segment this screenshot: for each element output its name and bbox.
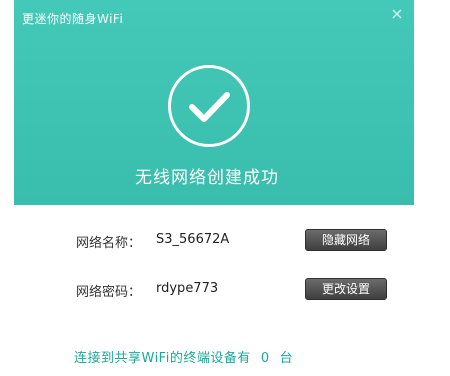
connected-devices-unit: 台 (279, 351, 294, 366)
close-icon[interactable]: × (389, 6, 405, 22)
network-name-row: 网络名称： S3_56672A 隐藏网络 (76, 229, 396, 251)
network-password-label: 网络密码： (76, 285, 142, 300)
connected-devices-text: 连接到共享WiFi的终端设备有 (74, 351, 251, 366)
connected-devices-count: 0 (260, 351, 270, 366)
network-password-value: rdype773 (156, 281, 219, 296)
network-name-label: 网络名称： (76, 236, 142, 251)
hide-network-button[interactable]: 隐藏网络 (305, 229, 387, 251)
dialog-title: 更迷你的随身WiFi (22, 12, 124, 26)
connected-devices-status: 连接到共享WiFi的终端设备有 0 台 (74, 347, 293, 366)
dialog-header: 更迷你的随身WiFi × 无线网络创建成功 (14, 0, 414, 205)
wifi-dialog: 更迷你的随身WiFi × 无线网络创建成功 网络名称： S3_56672A 隐藏… (14, 0, 414, 376)
network-password-row: 网络密码： rdype773 更改设置 (76, 278, 396, 300)
checkmark-icon (168, 65, 250, 147)
change-settings-button[interactable]: 更改设置 (305, 278, 387, 300)
network-name-value: S3_56672A (156, 232, 230, 247)
success-message: 无线网络创建成功 (135, 168, 279, 188)
